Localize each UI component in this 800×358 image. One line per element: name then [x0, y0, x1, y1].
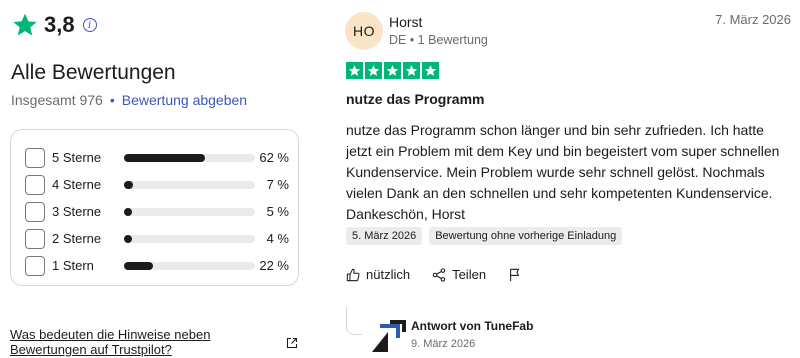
reviewer-meta: DE • 1 Bewertung: [389, 33, 488, 47]
useful-label: nützlich: [366, 267, 411, 282]
flag-icon: [510, 268, 520, 281]
distribution-bar-fill: [124, 234, 132, 243]
distribution-label: 4 Sterne: [52, 177, 102, 192]
review-total: Insgesamt 976: [11, 92, 103, 108]
invitation-label-chip[interactable]: Bewertung ohne vorherige Einladung: [429, 227, 623, 245]
separator-dot: •: [109, 92, 115, 108]
distribution-row-4[interactable]: 4 Sterne 7 %: [25, 174, 289, 195]
review-star-rating: [346, 62, 439, 79]
all-reviews-title: Alle Bewertungen: [11, 61, 176, 84]
info-icon[interactable]: i: [82, 18, 97, 32]
distribution-row-2[interactable]: 2 Sterne 4 %: [25, 228, 289, 249]
distribution-label: 3 Sterne: [52, 204, 102, 219]
avatar[interactable]: HO: [345, 12, 383, 50]
review-card: HO Horst DE • 1 Bewertung 7. März 2026 n…: [330, 0, 800, 358]
distribution-label: 2 Sterne: [52, 231, 102, 246]
star-icon: [422, 62, 439, 79]
distribution-bar-track: [124, 153, 255, 162]
distribution-bar-track: [124, 234, 255, 243]
filter-checkbox-4[interactable]: [25, 174, 45, 195]
distribution-percent: 62 %: [259, 150, 289, 165]
review-chips: 5. März 2026 Bewertung ohne vorherige Ei…: [346, 227, 623, 245]
reviewer-name[interactable]: Horst: [389, 14, 422, 30]
filter-checkbox-2[interactable]: [25, 228, 45, 249]
review-body: nutze das Programm schon länger und bin …: [346, 122, 780, 222]
share-button[interactable]: Teilen: [432, 267, 486, 282]
reply-from: Antwort von TuneFab: [411, 319, 534, 333]
rating-value: 3,8: [44, 12, 75, 37]
star-icon: [365, 62, 382, 79]
filter-checkbox-5[interactable]: [25, 147, 45, 168]
distribution-percent: 22 %: [259, 258, 289, 273]
distribution-row-3[interactable]: 3 Sterne 5 %: [25, 201, 289, 222]
share-icon: [432, 267, 446, 282]
rating-summary-panel: 3,8 i Alle Bewertungen Insgesamt 976 • B…: [0, 0, 320, 358]
star-icon: [13, 13, 37, 36]
company-logo: [372, 320, 406, 352]
review-actions: nützlich Teilen: [346, 267, 544, 282]
distribution-bar-track: [124, 261, 255, 270]
reply-connector: [346, 307, 362, 335]
star-icon: [384, 62, 401, 79]
review-date: 7. März 2026: [715, 12, 791, 27]
rating-distribution: 5 Sterne 62 % 4 Sterne 7 % 3 Sterne 5 % …: [10, 129, 299, 286]
distribution-bar-track: [124, 180, 255, 189]
distribution-percent: 5 %: [266, 204, 289, 219]
distribution-percent: 7 %: [266, 177, 289, 192]
distribution-bar-fill: [124, 180, 133, 189]
review-labels-help-link[interactable]: Was bedeuten die Hinweise neben Bewertun…: [10, 327, 250, 357]
review-total-line: Insgesamt 976 • Bewertung abgeben: [11, 92, 247, 108]
useful-button[interactable]: nützlich: [346, 267, 410, 282]
distribution-bar-fill: [124, 153, 205, 162]
reply-date: 9. März 2026: [411, 338, 476, 350]
distribution-bar-fill: [124, 261, 153, 270]
distribution-bar-track: [124, 207, 255, 216]
distribution-percent: 4 %: [266, 231, 289, 246]
review-title: nutze das Programm: [346, 91, 485, 107]
experience-date-chip: 5. März 2026: [346, 227, 423, 245]
distribution-bar-fill: [124, 207, 132, 216]
external-link-icon[interactable]: [286, 337, 298, 349]
distribution-label: 1 Stern: [52, 258, 94, 273]
share-label: Teilen: [452, 267, 487, 282]
distribution-row-1[interactable]: 1 Stern 22 %: [25, 255, 289, 276]
distribution-row-5[interactable]: 5 Sterne 62 %: [25, 147, 289, 168]
write-review-link[interactable]: Bewertung abgeben: [122, 92, 247, 108]
rating-header: 3,8 i: [12, 12, 97, 38]
star-icon: [403, 62, 420, 79]
thumbs-up-icon: [346, 268, 360, 281]
filter-checkbox-1[interactable]: [25, 255, 45, 276]
filter-checkbox-3[interactable]: [25, 201, 45, 222]
star-icon: [346, 62, 363, 79]
distribution-label: 5 Sterne: [52, 150, 102, 165]
report-button[interactable]: [508, 268, 522, 282]
